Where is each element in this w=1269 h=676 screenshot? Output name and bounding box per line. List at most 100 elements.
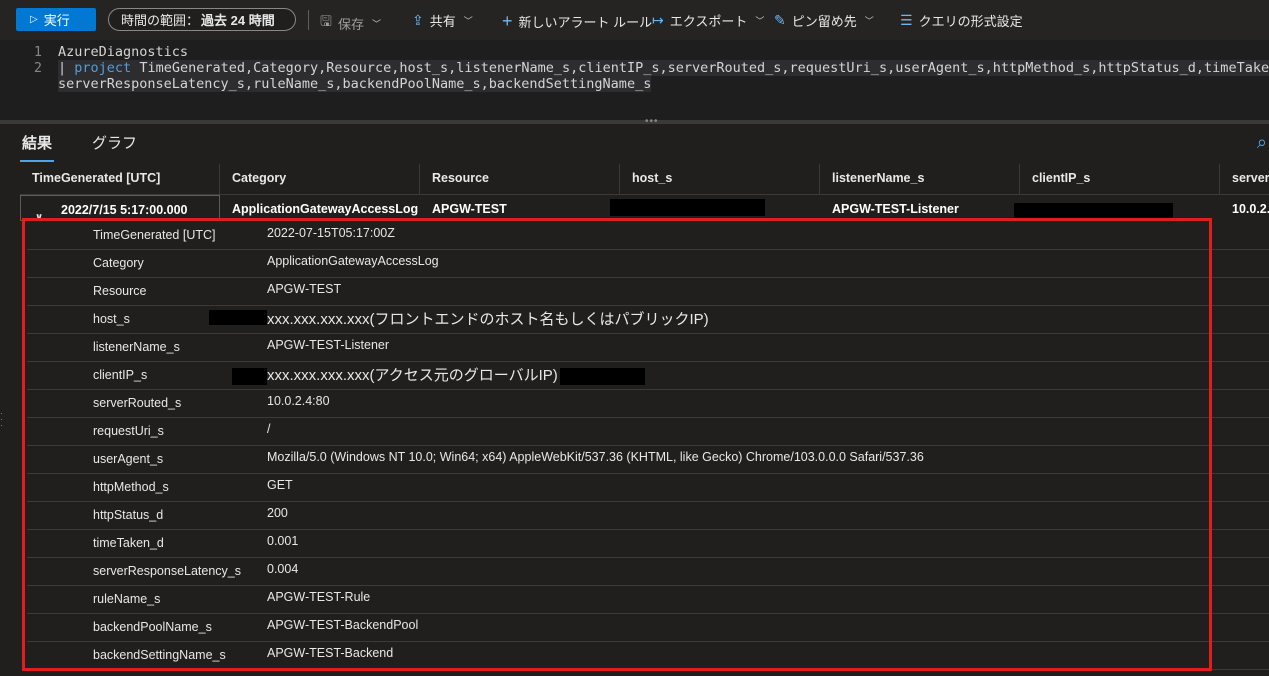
detail-key: ruleName_s [93, 592, 161, 606]
save-button[interactable]: 🖫 保存 ﹀ [320, 11, 381, 35]
pin-icon: ✎ [774, 12, 786, 28]
detail-value: 0.001 [267, 534, 299, 548]
chevron-down-icon[interactable]: ∨ [35, 204, 43, 220]
detail-value: APGW-TEST-BackendPool [267, 618, 419, 632]
pin-label: ピン留め先 [791, 14, 857, 29]
detail-value: GET [267, 478, 293, 492]
detail-value: xxx.xxx.xxx.xxx(アクセス元のグローバルIP) [267, 364, 560, 385]
detail-key: serverRouted_s [93, 396, 182, 410]
export-button[interactable]: ↦ エクスポート ﹀ [652, 11, 764, 30]
redaction-block [610, 199, 765, 216]
detail-key: requestUri_s [93, 424, 164, 438]
detail-key: timeTaken_d [93, 536, 164, 550]
detail-key: httpStatus_d [93, 508, 164, 522]
table-row[interactable]: ∨ 2022/7/15 5:17:00.000 ApplicationGatew… [20, 195, 1269, 221]
line-number: 1 [33, 44, 42, 60]
resize-handle-icon[interactable]: · · · [0, 409, 3, 430]
pipe-operator: | [58, 60, 67, 76]
cell-category: ApplicationGatewayAccessLog [232, 202, 419, 216]
detail-key: backendSettingName_s [93, 648, 226, 662]
detail-value: 2022-07-15T05:17:00Z [267, 226, 395, 240]
detail-row: backendSettingName_s APGW-TEST-Backend [27, 641, 1269, 670]
tab-chart[interactable]: グラフ [90, 132, 139, 162]
new-alert-label: 新しいアラート ルール [518, 15, 653, 30]
detail-row: serverRouted_s 10.0.2.4:80 [27, 389, 1269, 418]
detail-value: Mozilla/5.0 (Windows NT 10.0; Win64; x64… [267, 450, 924, 464]
chevron-down-icon: ﹀ [371, 18, 381, 29]
play-icon: ▷ [30, 14, 38, 25]
grid-header: TimeGenerated [UTC] Category Resource ho… [20, 164, 1269, 195]
redaction-block [209, 310, 267, 325]
save-label: 保存 [337, 16, 364, 32]
cell-listener: APGW-TEST-Listener [832, 202, 959, 216]
results-tabs: 結果 グラフ [20, 132, 175, 162]
export-icon: ↦ [652, 12, 664, 28]
time-range-prefix: 時間の範囲： [121, 13, 200, 28]
line-number: 2 [33, 60, 42, 76]
detail-row: backendPoolName_s APGW-TEST-BackendPool [27, 613, 1269, 642]
format-icon: ☰ [900, 12, 913, 28]
column-header-serverrouted[interactable]: serverR [1220, 164, 1269, 194]
detail-row: Category ApplicationGatewayAccessLog [27, 249, 1269, 278]
detail-value: / [267, 422, 271, 436]
run-label: 実行 [43, 13, 70, 28]
detail-key: serverResponseLatency_s [93, 564, 241, 578]
column-header-timegenerated[interactable]: TimeGenerated [UTC] [20, 164, 220, 194]
detail-value: ApplicationGatewayAccessLog [267, 254, 439, 268]
share-button[interactable]: ⇪ 共有 ﹀ [412, 11, 473, 30]
detail-row: timeTaken_d 0.001 [27, 529, 1269, 558]
share-label: 共有 [429, 14, 456, 29]
toolbar: ▷ 実行 時間の範囲： 過去 24 時間 🖫 保存 ﹀ ⇪ 共有 ﹀ + 新しい… [0, 0, 1269, 40]
detail-row: serverResponseLatency_s 0.004 [27, 557, 1269, 586]
save-icon: 🖫 [320, 13, 332, 29]
column-header-resource[interactable]: Resource [420, 164, 620, 194]
detail-row: userAgent_s Mozilla/5.0 (Windows NT 10.0;… [27, 445, 1269, 474]
detail-key: listenerName_s [93, 340, 180, 354]
detail-row: TimeGenerated [UTC] 2022-07-15T05:17:00Z [27, 221, 1269, 250]
project-keyword: project [74, 60, 132, 76]
redaction-block [1014, 203, 1173, 218]
detail-row: clientIP_s xxx.xxx.xxx.xxx(アクセス元のグローバルIP… [27, 361, 1269, 390]
detail-key: userAgent_s [93, 452, 164, 466]
run-button[interactable]: ▷ 実行 [16, 8, 96, 31]
share-icon: ⇪ [412, 12, 424, 28]
detail-row: Resource APGW-TEST [27, 277, 1269, 306]
column-header-category[interactable]: Category [220, 164, 420, 194]
detail-value: xxx.xxx.xxx.xxx(フロントエンドのホスト名もしくはパブリックIP) [267, 311, 709, 328]
detail-value: 200 [267, 506, 288, 520]
time-range-button[interactable]: 時間の範囲： 過去 24 時間 [108, 8, 296, 31]
pin-to-button[interactable]: ✎ ピン留め先 ﹀ [774, 11, 874, 30]
code-line-1: AzureDiagnostics [58, 44, 189, 60]
column-header-host[interactable]: host_s [620, 164, 820, 194]
detail-row: httpStatus_d 200 [27, 501, 1269, 530]
detail-key: Resource [93, 284, 147, 298]
new-alert-rule-button[interactable]: + 新しいアラート ルール [502, 11, 652, 32]
detail-value: 10.0.2.4:80 [267, 394, 330, 408]
column-header-listener[interactable]: listenerName_s [820, 164, 1020, 194]
detail-value: APGW-TEST-Listener [267, 338, 390, 352]
detail-key: TimeGenerated [UTC] [93, 228, 216, 242]
detail-key: Category [93, 256, 144, 270]
cell-timegenerated[interactable]: ∨ 2022/7/15 5:17:00.000 [20, 195, 220, 221]
search-icon[interactable]: ⌕ [1257, 132, 1267, 153]
column-header-clientip[interactable]: clientIP_s [1020, 164, 1220, 194]
project-columns: TimeGenerated,Category,Resource,host_s,l… [139, 60, 1269, 76]
chevron-down-icon: ﹀ [864, 16, 874, 26]
chevron-down-icon: ﹀ [755, 16, 765, 26]
detail-row: listenerName_s APGW-TEST-Listener [27, 333, 1269, 362]
plus-icon: + [502, 11, 513, 31]
format-query-button[interactable]: ☰ クエリの形式設定 [900, 11, 1023, 30]
row-time: 2022/7/15 5:17:00.000 [61, 203, 188, 217]
query-editor[interactable]: 1 AzureDiagnostics 2 | project TimeGener… [0, 40, 1269, 120]
detail-value: APGW-TEST [267, 282, 342, 296]
detail-value: APGW-TEST-Backend [267, 646, 394, 660]
tab-results[interactable]: 結果 [20, 132, 55, 162]
detail-key: backendPoolName_s [93, 620, 212, 634]
export-label: エクスポート [669, 14, 748, 29]
toolbar-divider [308, 10, 309, 30]
format-label: クエリの形式設定 [918, 14, 1023, 29]
code-line-3: serverResponseLatency_s,ruleName_s,backe… [58, 76, 652, 92]
code-line-2: | project TimeGenerated,Category,Resourc… [58, 60, 1269, 76]
cell-resource: APGW-TEST [432, 202, 507, 216]
detail-row: host_s xxx.xxx.xxx.xxx(フロントエンドのホスト名もしくはパ… [27, 305, 1269, 334]
